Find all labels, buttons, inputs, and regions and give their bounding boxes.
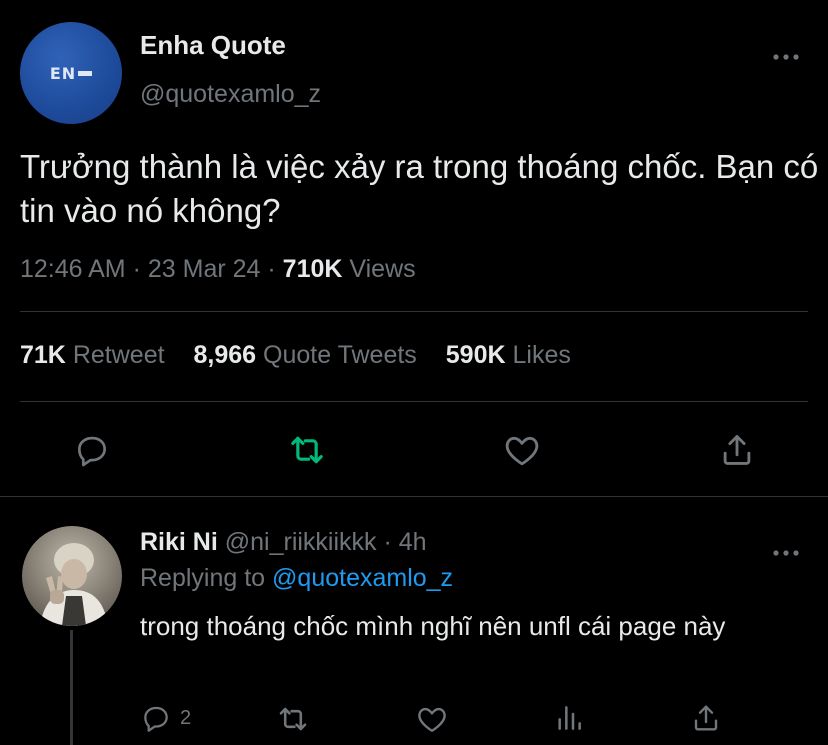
replying-prefix: Replying to bbox=[140, 564, 266, 592]
reply-views-button[interactable] bbox=[553, 702, 585, 734]
tweet-date[interactable]: 23 Mar 24 bbox=[148, 255, 261, 283]
like-icon bbox=[418, 707, 446, 732]
share-icon bbox=[694, 705, 718, 731]
divider bbox=[20, 401, 808, 402]
reply-author-avatar[interactable] bbox=[22, 526, 122, 626]
likes-label: Likes bbox=[512, 341, 571, 369]
author-handle[interactable]: @quotexamlo_z bbox=[140, 80, 321, 109]
reply-count: 2 bbox=[180, 706, 192, 729]
retweet-button[interactable] bbox=[285, 428, 329, 472]
reply-display-name[interactable]: Riki Ni bbox=[140, 528, 218, 556]
reply-age[interactable]: 4h bbox=[399, 528, 427, 556]
tweet-text: Trưởng thành là việc xảy ra trong thoáng… bbox=[20, 148, 819, 229]
avatar-logo-text: EN bbox=[49, 63, 77, 83]
author-avatar[interactable]: EN bbox=[20, 22, 122, 124]
meta-separator: · bbox=[132, 255, 141, 283]
reply-button[interactable] bbox=[70, 428, 114, 472]
views-icon bbox=[558, 706, 581, 730]
tweet-stats: 71K Retweet 8,966 Quote Tweets 590K Like… bbox=[20, 341, 593, 370]
reply-text: trong thoáng chốc mình nghĩ nên unfl cái… bbox=[140, 611, 726, 641]
enhypen-logo: EN bbox=[49, 63, 93, 83]
divider bbox=[20, 311, 808, 312]
person-photo bbox=[40, 543, 108, 626]
quotes-count: 8,966 bbox=[193, 341, 257, 369]
reply-retweet-button[interactable] bbox=[276, 702, 310, 736]
views-label: Views bbox=[349, 255, 416, 283]
reply-share-button[interactable] bbox=[690, 702, 722, 734]
author-display-name[interactable]: Enha Quote bbox=[140, 30, 286, 61]
reply-handle[interactable]: @ni_riikkiikkk bbox=[225, 528, 377, 556]
reply-reply-button[interactable]: 2 bbox=[140, 702, 191, 734]
retweets-stat[interactable]: 71K Retweet bbox=[20, 341, 165, 369]
share-icon bbox=[723, 435, 751, 465]
reply-like-button[interactable] bbox=[415, 702, 449, 736]
reply-icon bbox=[144, 706, 168, 732]
likes-count: 590K bbox=[445, 341, 506, 369]
like-icon bbox=[505, 436, 539, 466]
like-button[interactable] bbox=[500, 428, 544, 472]
quotes-stat[interactable]: 8,966 Quote Tweets bbox=[194, 341, 417, 369]
share-button[interactable] bbox=[715, 428, 759, 472]
reply-more-button[interactable] bbox=[772, 538, 800, 564]
tweet-more-button[interactable] bbox=[772, 42, 800, 68]
tweet-meta: 12:46 AM · 23 Mar 24 · 710K Views bbox=[20, 255, 416, 284]
retweet-icon bbox=[291, 436, 323, 464]
reply-header: Riki Ni @ni_riikkiikkk · 4h bbox=[140, 528, 427, 557]
meta-separator: · bbox=[267, 255, 276, 283]
reply-icon bbox=[77, 436, 107, 467]
replying-to: Replying to @quotexamlo_z bbox=[140, 564, 453, 593]
quotes-label: Quote Tweets bbox=[263, 341, 417, 369]
reply-separator: · bbox=[383, 528, 392, 556]
thread-line bbox=[70, 630, 73, 745]
ellipsis-icon bbox=[773, 550, 799, 556]
retweets-label: Retweet bbox=[72, 341, 165, 369]
retweet-icon bbox=[279, 707, 307, 731]
views-count: 710K bbox=[282, 255, 343, 283]
likes-stat[interactable]: 590K Likes bbox=[446, 341, 571, 369]
retweets-count: 71K bbox=[20, 341, 66, 369]
tweet-time[interactable]: 12:46 AM bbox=[20, 255, 126, 283]
ellipsis-icon bbox=[773, 54, 799, 60]
divider bbox=[0, 496, 828, 497]
replying-handle-link[interactable]: @quotexamlo_z bbox=[272, 564, 453, 592]
